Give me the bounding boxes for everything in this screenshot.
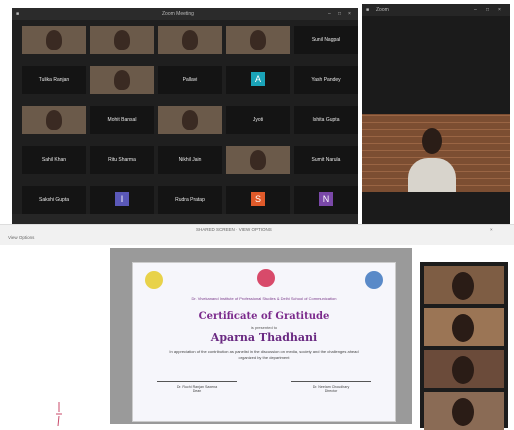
strip-video-4[interactable]	[424, 392, 504, 430]
zoom-side-title: Zoom	[376, 7, 389, 13]
strip-video-3[interactable]	[424, 350, 504, 388]
participant-video	[114, 30, 130, 50]
zoom-side-title-bar: ■ Zoom – □ ×	[362, 4, 510, 16]
participant-video	[46, 110, 62, 130]
strip-video-2[interactable]	[424, 308, 504, 346]
strip-video-1[interactable]	[424, 266, 504, 304]
participant-tile[interactable]: Ritu Sharma	[90, 146, 154, 174]
participant-tile[interactable]	[22, 106, 86, 134]
signature-left-role: Dean	[192, 389, 202, 393]
zoom-meeting-window: ■ Zoom Meeting – □ × Sunil Nagpal Tulika …	[12, 8, 358, 224]
maximize-icon[interactable]: □	[338, 8, 341, 20]
participant-tile[interactable]: Tulika Ranjan	[22, 66, 86, 94]
participant-tile[interactable]: Sunil Nagpal	[294, 26, 358, 54]
signature-left: Dr. Ruchi Ranjan Saxena Dean	[157, 385, 237, 393]
certificate-body: In appreciation of the contribution as p…	[169, 349, 359, 360]
participant-tile[interactable]: Sahil Khan	[22, 146, 86, 174]
participant-tile[interactable]: Yash Pandey	[294, 66, 358, 94]
participant-tile[interactable]	[158, 106, 222, 134]
share-tab-label: SHARED SCREEN · VIEW OPTIONS	[196, 227, 272, 232]
gallery-strip	[420, 262, 508, 430]
close-icon[interactable]: ×	[348, 8, 351, 20]
participant-tile[interactable]: Sakshi Gupta	[22, 186, 86, 214]
participant-tile[interactable]	[226, 146, 290, 174]
participant-tile[interactable]	[22, 26, 86, 54]
participant-tile[interactable]: Sumit Narula	[294, 146, 358, 174]
side-minimize-icon[interactable]: –	[474, 4, 477, 16]
participant-tile[interactable]: Pallavi	[158, 66, 222, 94]
participant-video	[250, 30, 266, 50]
zoom-control-bar	[12, 214, 358, 224]
certificate: Dr. Vivekanand Institute of Professional…	[132, 262, 396, 422]
participant-avatar: N	[319, 192, 333, 206]
center-logo-icon	[257, 269, 275, 287]
participant-avatar: A	[251, 72, 265, 86]
share-close-icon[interactable]: ×	[490, 227, 493, 232]
participant-tile[interactable]: A	[226, 66, 290, 94]
side-maximize-icon[interactable]: □	[486, 4, 489, 16]
certificate-title: Certificate of Gratitude	[198, 311, 330, 322]
participant-name: Nikhil Jain	[178, 157, 202, 163]
participant-name: Yash Pandey	[311, 77, 341, 83]
participant-name: Sumit Narula	[311, 157, 341, 163]
certificate-recipient: Aparna Thadhani	[210, 331, 318, 344]
participant-tile[interactable]	[226, 26, 290, 54]
doodle-mark	[56, 402, 62, 426]
participant-video	[114, 70, 130, 90]
signature-right: Dr. Neelam Choudhary Director	[291, 385, 371, 393]
participant-tile[interactable]	[90, 26, 154, 54]
participant-name: Tulika Ranjan	[38, 77, 70, 83]
participant-video	[182, 110, 198, 130]
participant-name: Ishita Gupta	[312, 117, 340, 123]
right-logo-icon	[365, 271, 383, 289]
zoom-window-title: Zoom Meeting	[162, 11, 194, 17]
participant-tile[interactable]: Ishita Gupta	[294, 106, 358, 134]
participant-name: Mohit Bansal	[107, 117, 137, 123]
participant-tile[interactable]: Jyoti	[226, 106, 290, 134]
certificate-banner: Dr. Vivekanand Institute of Professional…	[191, 296, 337, 301]
minimize-icon[interactable]: –	[328, 8, 331, 20]
participant-name: Ritu Sharma	[108, 157, 136, 163]
participant-tile[interactable]: I	[90, 186, 154, 214]
participant-name: Rudra Pratap	[175, 197, 205, 203]
participant-video	[182, 30, 198, 50]
participant-tile[interactable]: N	[294, 186, 358, 214]
participant-video	[46, 30, 62, 50]
zoom-side-window: ■ Zoom – □ ×	[362, 4, 510, 224]
participant-name: Sakshi Gupta	[38, 197, 70, 203]
participant-tile[interactable]: Rudra Pratap	[158, 186, 222, 214]
participant-avatar: I	[115, 192, 129, 206]
participant-tile[interactable]: Mohit Bansal	[90, 106, 154, 134]
signature-right-role: Director	[324, 389, 338, 393]
participant-tile[interactable]: S	[226, 186, 290, 214]
participant-tile[interactable]	[158, 26, 222, 54]
participant-avatar: S	[251, 192, 265, 206]
participant-name: Pallavi	[182, 77, 198, 83]
participant-name: Sahil Khan	[41, 157, 67, 163]
certificate-presented-line: is presented to	[250, 325, 278, 330]
zoom-shield-icon: ■	[16, 11, 20, 17]
speaker-person	[408, 122, 456, 192]
side-close-icon[interactable]: ×	[498, 4, 501, 16]
zoom-title-bar: ■ Zoom Meeting – □ ×	[12, 8, 358, 20]
participant-name: Jyoti	[252, 117, 264, 123]
left-logo-icon	[145, 271, 163, 289]
participant-name: Sunil Nagpal	[311, 37, 341, 43]
speaker-video	[362, 114, 510, 192]
zoom-side-shield-icon: ■	[366, 7, 370, 13]
screen-share-toolbar: SHARED SCREEN · VIEW OPTIONS View Option…	[0, 224, 514, 245]
participant-tile[interactable]	[90, 66, 154, 94]
participant-video	[250, 150, 266, 170]
participant-tile[interactable]: Nikhil Jain	[158, 146, 222, 174]
view-options-button[interactable]: View Options	[8, 235, 34, 240]
